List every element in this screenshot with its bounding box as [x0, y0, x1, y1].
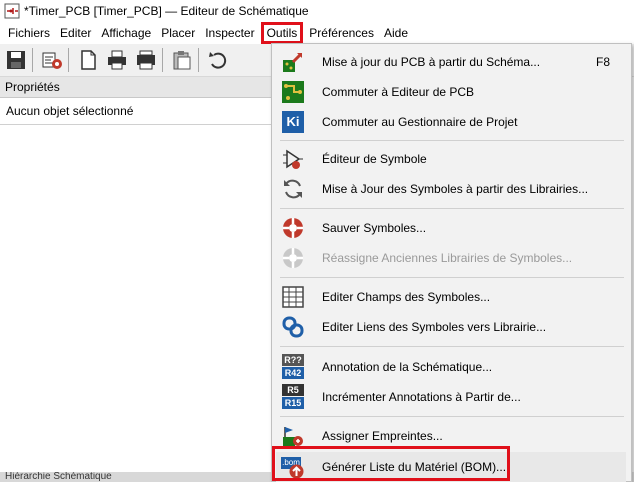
menu-aide[interactable]: Aide: [380, 22, 412, 44]
paste-button[interactable]: [169, 47, 195, 73]
print-button[interactable]: [104, 47, 130, 73]
properties-panel-header: Propriétés: [0, 77, 278, 98]
eeschema-app-icon: [4, 3, 20, 19]
menu-item-label: Mise à jour du PCB à partir du Schéma...: [322, 55, 541, 69]
menu-outils[interactable]: Outils: [260, 22, 304, 44]
bom-icon: .bom: [281, 455, 305, 479]
increment-annotation-icon: R5 R15: [281, 384, 305, 409]
menu-item-assign-footprints[interactable]: Assigner Empreintes...: [276, 421, 626, 451]
menu-item-annotate[interactable]: R?? R42 Annotation de la Schématique...: [276, 352, 626, 382]
annotate-icon-old: R??: [282, 354, 304, 366]
menu-item-rescue-symbols[interactable]: Réassigne Anciennes Librairies de Symbol…: [276, 243, 626, 273]
properties-panel: Propriétés Aucun objet sélectionné: [0, 77, 279, 472]
menu-separator: [280, 346, 624, 347]
update-pcb-icon: [281, 50, 305, 74]
plot-icon: [137, 50, 155, 70]
properties-status: Aucun objet sélectionné: [0, 98, 278, 125]
menu-separator: [280, 416, 624, 417]
menu-item-edit-symbol-fields[interactable]: Editer Champs des Symboles...: [276, 282, 626, 312]
menu-item-increment-annotations[interactable]: R5 R15 Incrémenter Annotations à Partir …: [276, 382, 626, 412]
undo-button[interactable]: [205, 47, 231, 73]
menu-item-generate-bom[interactable]: .bom Générer Liste du Matériel (BOM)...: [276, 452, 626, 482]
link-icon: [281, 315, 305, 339]
kicad-icon-text: Ki: [282, 111, 304, 133]
print-icon: [108, 50, 126, 70]
toolbar-separator: [68, 48, 69, 72]
title-bar: *Timer_PCB [Timer_PCB] — Editeur de Sché…: [0, 0, 634, 22]
menu-item-update-symbols[interactable]: Mise à Jour des Symboles à partir des Li…: [276, 174, 626, 204]
export-arrow-icon: [289, 464, 304, 479]
footprint-icon: [281, 424, 305, 448]
menu-item-edit-symbol-links[interactable]: Editer Liens des Symboles vers Librairie…: [276, 312, 626, 342]
menu-item-project-manager[interactable]: Ki Commuter au Gestionnaire de Projet: [276, 107, 626, 137]
menu-item-label: Générer Liste du Matériel (BOM)...: [322, 460, 507, 474]
menu-separator: [280, 140, 624, 141]
page-setup-icon: [81, 50, 96, 70]
toolbar-separator: [198, 48, 199, 72]
menu-preferences[interactable]: Préférences: [305, 22, 378, 44]
rescue-icon: [281, 246, 305, 270]
page-setup-button[interactable]: [75, 47, 101, 73]
increment-icon-old: R5: [282, 384, 304, 396]
menu-item-label: Annotation de la Schématique...: [322, 360, 493, 374]
toolbar-separator: [32, 48, 33, 72]
menu-item-label: Incrémenter Annotations à Partir de...: [322, 390, 521, 404]
menu-placer[interactable]: Placer: [157, 22, 199, 44]
schematic-setup-button[interactable]: [39, 47, 65, 73]
schematic-setup-icon: [42, 52, 62, 69]
window-title: *Timer_PCB [Timer_PCB] — Editeur de Sché…: [24, 4, 309, 18]
menu-item-label: Commuter à Editeur de PCB: [322, 85, 475, 99]
menu-item-label: Editer Liens des Symboles vers Librairie…: [322, 320, 547, 334]
menu-editer[interactable]: Editer: [56, 22, 95, 44]
table-icon: [281, 285, 305, 309]
kicad-icon: Ki: [281, 110, 305, 134]
toolbar-separator: [162, 48, 163, 72]
annotate-icon-new: R42: [282, 367, 304, 379]
menu-item-label: Assigner Empreintes...: [322, 429, 443, 443]
save-symbols-icon: [281, 216, 305, 240]
menu-item-symbol-editor[interactable]: Éditeur de Symbole: [276, 144, 626, 174]
plot-button[interactable]: [133, 47, 159, 73]
menu-affichage[interactable]: Affichage: [97, 22, 155, 44]
undo-icon: [209, 52, 227, 69]
menu-fichiers[interactable]: Fichiers: [4, 22, 54, 44]
increment-icon-new: R15: [282, 397, 304, 409]
menu-item-label: Mise à Jour des Symboles à partir des Li…: [322, 182, 589, 196]
menu-separator: [280, 277, 624, 278]
pcb-editor-icon: [281, 80, 305, 104]
refresh-icon: [281, 177, 305, 201]
menu-item-label: Sauver Symboles...: [322, 221, 427, 235]
menu-item-update-pcb[interactable]: Mise à jour du PCB à partir du Schéma...…: [276, 47, 626, 77]
menu-bar: Fichiers Editer Affichage Placer Inspect…: [0, 22, 634, 44]
symbol-editor-icon: [281, 147, 305, 171]
save-button[interactable]: [3, 47, 29, 73]
menu-item-shortcut: F8: [596, 55, 611, 69]
paste-icon: [173, 51, 191, 70]
annotate-icon: R?? R42: [281, 354, 305, 379]
menu-inspecter[interactable]: Inspecter: [201, 22, 258, 44]
menu-item-label: Editer Champs des Symboles...: [322, 290, 491, 304]
menu-item-label: Commuter au Gestionnaire de Projet: [322, 115, 518, 129]
menu-item-label: Éditeur de Symbole: [322, 152, 427, 166]
save-icon: [7, 51, 25, 69]
menu-separator: [280, 208, 624, 209]
tools-menu-dropdown: Mise à jour du PCB à partir du Schéma...…: [271, 43, 632, 482]
menu-item-switch-pcb-editor[interactable]: Commuter à Editeur de PCB: [276, 77, 626, 107]
menu-item-label: Réassigne Anciennes Librairies de Symbol…: [322, 251, 573, 265]
menu-item-save-symbols[interactable]: Sauver Symboles...: [276, 213, 626, 243]
